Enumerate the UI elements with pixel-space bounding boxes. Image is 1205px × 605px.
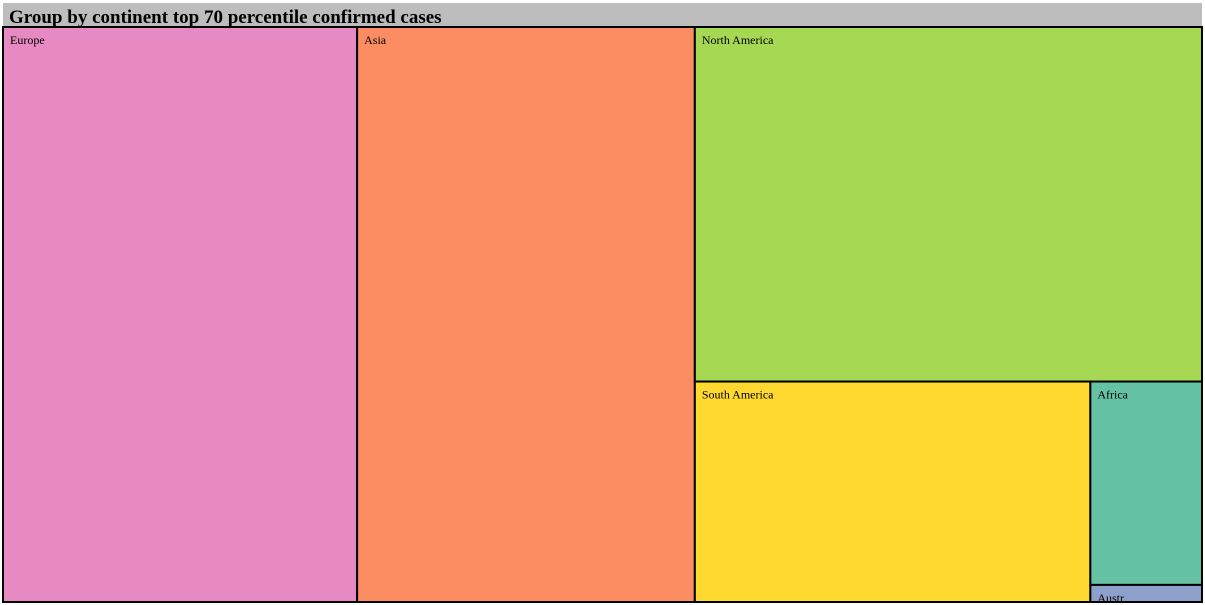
tile-austr: Austr [1089, 583, 1203, 603]
tile-north-america: North America [693, 26, 1203, 383]
tile-label-north-america: North America [702, 33, 774, 47]
tile-rect-asia [356, 26, 696, 603]
tile-rect-africa [1089, 380, 1203, 586]
tile-south-america: South America [693, 380, 1092, 603]
tile-label-africa: Africa [1097, 388, 1128, 402]
tile-rect-europe [2, 26, 359, 603]
tile-label-south-america: South America [702, 388, 774, 402]
tile-rect-south-america [693, 380, 1092, 603]
tile-label-asia: Asia [364, 33, 387, 47]
tile-europe: Europe [2, 26, 359, 603]
tile-rect-north-america [693, 26, 1203, 383]
tile-asia: Asia [356, 26, 696, 603]
tile-label-europe: Europe [10, 33, 45, 47]
tile-africa: Africa [1089, 380, 1203, 586]
treemap-chart: Europe Asia North America South America Afri… [2, 26, 1203, 603]
